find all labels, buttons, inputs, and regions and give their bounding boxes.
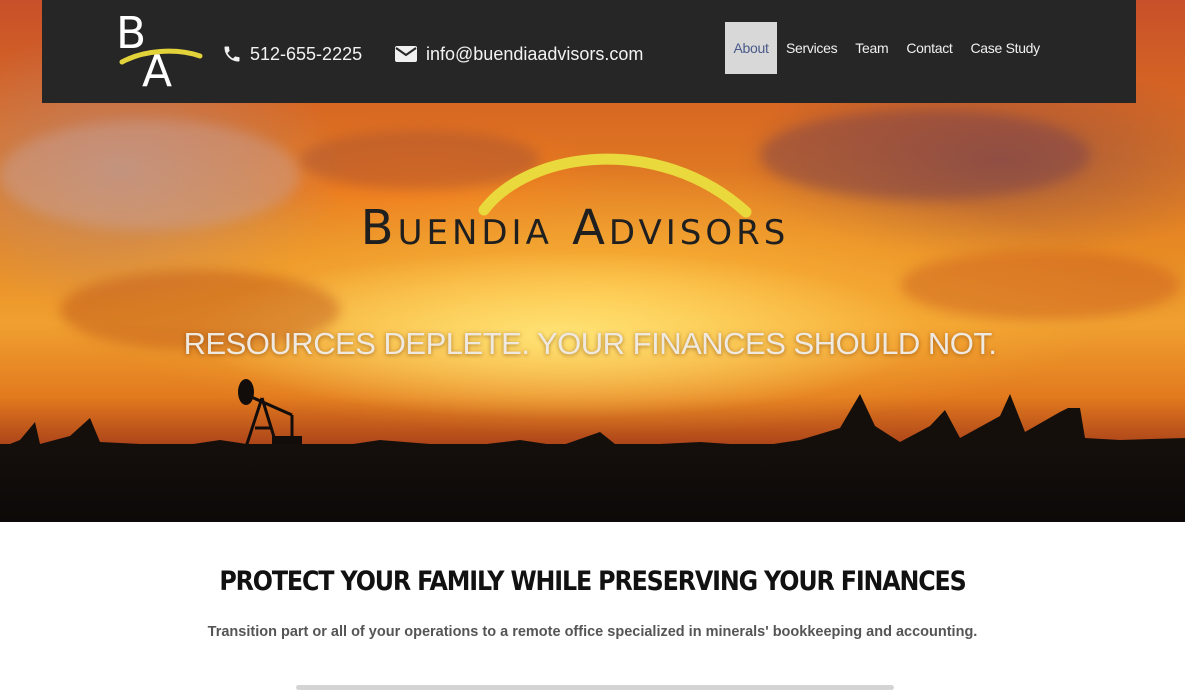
email-contact[interactable]: info@buendiaadvisors.com xyxy=(394,42,643,66)
brand-title: Buendia Advisors xyxy=(360,200,790,256)
sky-cloud xyxy=(0,120,300,230)
top-header-bar: B A 512-655-2225 info@buendiaadvisors.co… xyxy=(42,0,1136,103)
nav-item-case-study[interactable]: Case Study xyxy=(962,22,1049,74)
phone-icon xyxy=(224,46,240,62)
ground xyxy=(0,444,1185,522)
nav-item-team[interactable]: Team xyxy=(846,22,897,74)
divider xyxy=(296,685,894,690)
email-address[interactable]: info@buendiaadvisors.com xyxy=(426,44,643,65)
envelope-icon xyxy=(395,46,417,62)
section-heading: PROTECT YOUR FAMILY WHILE PRESERVING YOU… xyxy=(219,566,966,597)
sky-cloud xyxy=(900,250,1180,320)
phone-contact[interactable]: 512-655-2225 xyxy=(222,42,362,66)
sky-cloud xyxy=(760,110,1090,200)
main-nav: About Services Team Contact Case Study xyxy=(725,22,1049,74)
nav-item-contact[interactable]: Contact xyxy=(897,22,961,74)
hero-tagline: RESOURCES DEPLETE. YOUR FINANCES SHOULD … xyxy=(183,326,997,361)
nav-item-about[interactable]: About xyxy=(725,22,777,74)
section-description: Transition part or all of your operation… xyxy=(207,624,978,640)
nav-item-services[interactable]: Services xyxy=(777,22,846,74)
site-logo[interactable]: B A xyxy=(114,6,204,90)
phone-number[interactable]: 512-655-2225 xyxy=(250,44,362,65)
